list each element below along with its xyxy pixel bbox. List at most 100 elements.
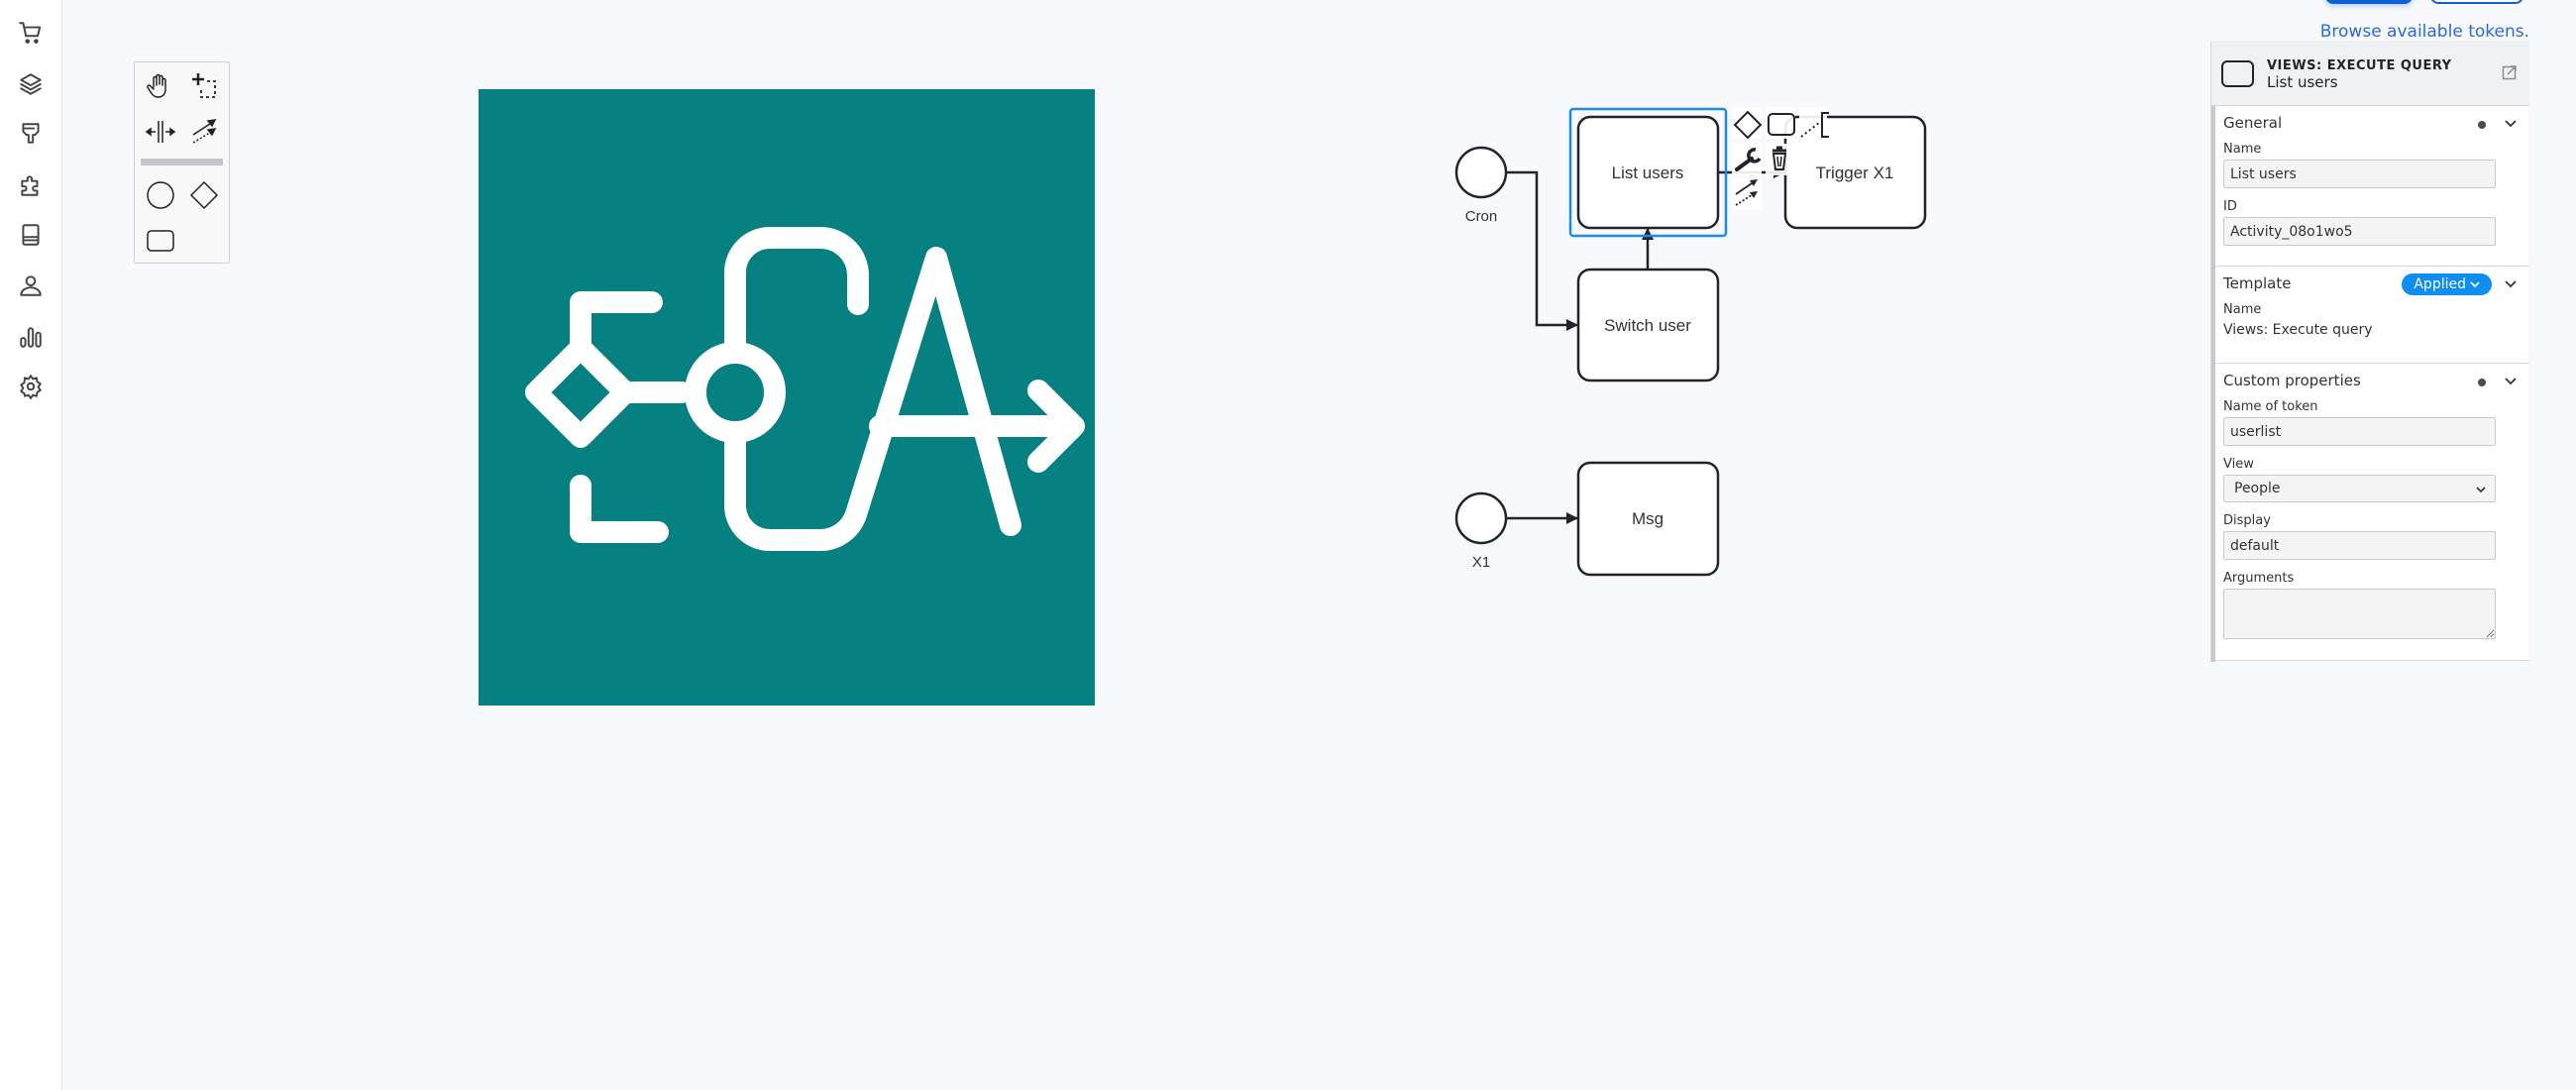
group-custom-properties: Custom properties Name of token View Peo… xyxy=(2215,364,2529,661)
group-title: General xyxy=(2223,114,2283,132)
user-icon xyxy=(20,275,42,296)
palette-separator xyxy=(141,159,223,165)
bar-chart-icon xyxy=(20,327,42,348)
event-label: X1 xyxy=(1472,554,1490,571)
sidebar-item-configuration[interactable] xyxy=(16,372,46,401)
sequence-flow-cron-to-switch-user[interactable] xyxy=(1506,170,1578,331)
field-token-name: Name of token xyxy=(2215,397,2529,446)
layers-icon xyxy=(20,73,42,95)
sidebar-item-appearance[interactable] xyxy=(16,119,46,149)
admin-toolbar xyxy=(0,0,62,1090)
task-list-users[interactable]: List users xyxy=(1568,107,1728,238)
group-template-header[interactable]: Template Applied xyxy=(2215,267,2529,300)
start-event-x1[interactable]: X1 xyxy=(1454,491,1508,571)
append-task-icon[interactable] xyxy=(1768,113,1795,136)
arguments-textarea[interactable] xyxy=(2223,589,2496,639)
task-label: Switch user xyxy=(1604,316,1691,335)
sidebar-item-content[interactable] xyxy=(16,220,46,250)
field-view: View People xyxy=(2215,455,2529,502)
puzzle-icon xyxy=(21,175,39,196)
eca-logo-mark xyxy=(525,227,1085,551)
field-template-name: Name Views: Execute query xyxy=(2215,300,2529,346)
field-label: ID xyxy=(2223,199,2237,214)
delete-trash-icon[interactable] xyxy=(1771,146,1787,170)
properties-panel: VIEWS: EXECUTE QUERY List users General … xyxy=(2210,41,2529,662)
display-input[interactable] xyxy=(2223,531,2496,560)
field-label: Display xyxy=(2223,513,2271,528)
task-label: Msg xyxy=(1632,509,1664,528)
eca-logo xyxy=(479,89,1095,706)
global-connect-tool-button[interactable] xyxy=(184,112,224,152)
task-switch-user[interactable]: Switch user xyxy=(1576,268,1720,382)
browse-tokens-link[interactable]: Browse available tokens. xyxy=(2320,22,2529,42)
sidebar-item-structure[interactable] xyxy=(16,69,46,99)
save-button[interactable] xyxy=(2325,0,2413,4)
space-tool-button[interactable] xyxy=(141,112,180,152)
group-general-header[interactable]: General xyxy=(2215,106,2529,140)
gear-icon xyxy=(20,375,42,399)
field-name: Name xyxy=(2215,140,2529,188)
task-icon xyxy=(147,230,174,252)
select-value: People xyxy=(2234,481,2281,496)
task-label: List users xyxy=(1612,164,1684,182)
field-display: Display xyxy=(2215,511,2529,560)
field-arguments: Arguments xyxy=(2215,569,2529,639)
id-input[interactable] xyxy=(2223,217,2496,246)
element-type: VIEWS: EXECUTE QUERY xyxy=(2267,58,2452,73)
cart-icon xyxy=(19,22,42,44)
group-general: General Name ID xyxy=(2215,106,2529,267)
paintbrush-icon xyxy=(22,123,40,144)
chevron-down-icon[interactable] xyxy=(2504,276,2518,290)
sidebar-item-commerce[interactable] xyxy=(16,18,46,48)
field-label: View xyxy=(2223,457,2254,472)
hand-tool-button[interactable] xyxy=(141,66,180,106)
properties-body: General Name ID Template Applied xyxy=(2211,106,2529,662)
chevron-down-icon xyxy=(2470,281,2480,288)
template-applied-badge[interactable]: Applied xyxy=(2402,273,2492,295)
event-label: Cron xyxy=(1465,208,1498,225)
task-type-icon xyxy=(2221,60,2254,87)
start-event-cron[interactable]: Cron xyxy=(1454,146,1508,225)
group-title: Template xyxy=(2223,274,2292,292)
lasso-tool-button[interactable] xyxy=(184,66,224,106)
sidebar-item-people[interactable] xyxy=(16,271,46,300)
field-label: Name of token xyxy=(2223,399,2318,414)
chevron-down-icon[interactable] xyxy=(2504,116,2518,130)
group-title: Custom properties xyxy=(2223,372,2361,389)
view-select[interactable]: People xyxy=(2223,475,2496,502)
append-gateway-icon[interactable] xyxy=(1733,110,1763,140)
task-label: Trigger X1 xyxy=(1816,164,1894,182)
global-connect-tool-icon xyxy=(192,119,217,144)
chevron-down-icon xyxy=(2476,487,2486,493)
change-type-wrench-icon[interactable] xyxy=(1735,148,1762,171)
task-msg[interactable]: Msg xyxy=(1576,461,1720,577)
group-custom-header[interactable]: Custom properties xyxy=(2215,364,2529,397)
create-gateway-button[interactable] xyxy=(184,175,224,215)
field-label: Arguments xyxy=(2223,571,2295,586)
connect-icon[interactable] xyxy=(1735,179,1758,206)
group-indicator-dot xyxy=(2478,379,2486,386)
gateway-icon xyxy=(189,180,219,210)
bpmn-palette xyxy=(134,61,230,264)
secondary-button[interactable] xyxy=(2430,0,2523,4)
sidebar-item-reports[interactable] xyxy=(16,322,46,352)
badge-label: Applied xyxy=(2414,276,2466,292)
sidebar-item-extend[interactable] xyxy=(16,170,46,200)
external-link-icon[interactable] xyxy=(2502,64,2518,80)
lasso-tool-icon xyxy=(192,73,216,98)
properties-header: VIEWS: EXECUTE QUERY List users xyxy=(2211,41,2529,106)
hand-tool-icon xyxy=(147,73,166,98)
token-name-input[interactable] xyxy=(2223,417,2496,446)
book-icon xyxy=(22,224,40,246)
group-template: Template Applied Name Views: Execute que… xyxy=(2215,267,2529,364)
start-event-icon xyxy=(147,181,174,209)
template-name-value: Views: Execute query xyxy=(2223,322,2373,338)
create-start-event-button[interactable] xyxy=(141,175,180,215)
chevron-down-icon[interactable] xyxy=(2504,374,2518,387)
element-name: List users xyxy=(2267,73,2338,91)
field-id: ID xyxy=(2215,197,2529,246)
create-task-button[interactable] xyxy=(141,221,180,261)
name-input[interactable] xyxy=(2223,160,2496,188)
field-label: Name xyxy=(2223,142,2262,157)
field-label: Name xyxy=(2223,302,2262,317)
